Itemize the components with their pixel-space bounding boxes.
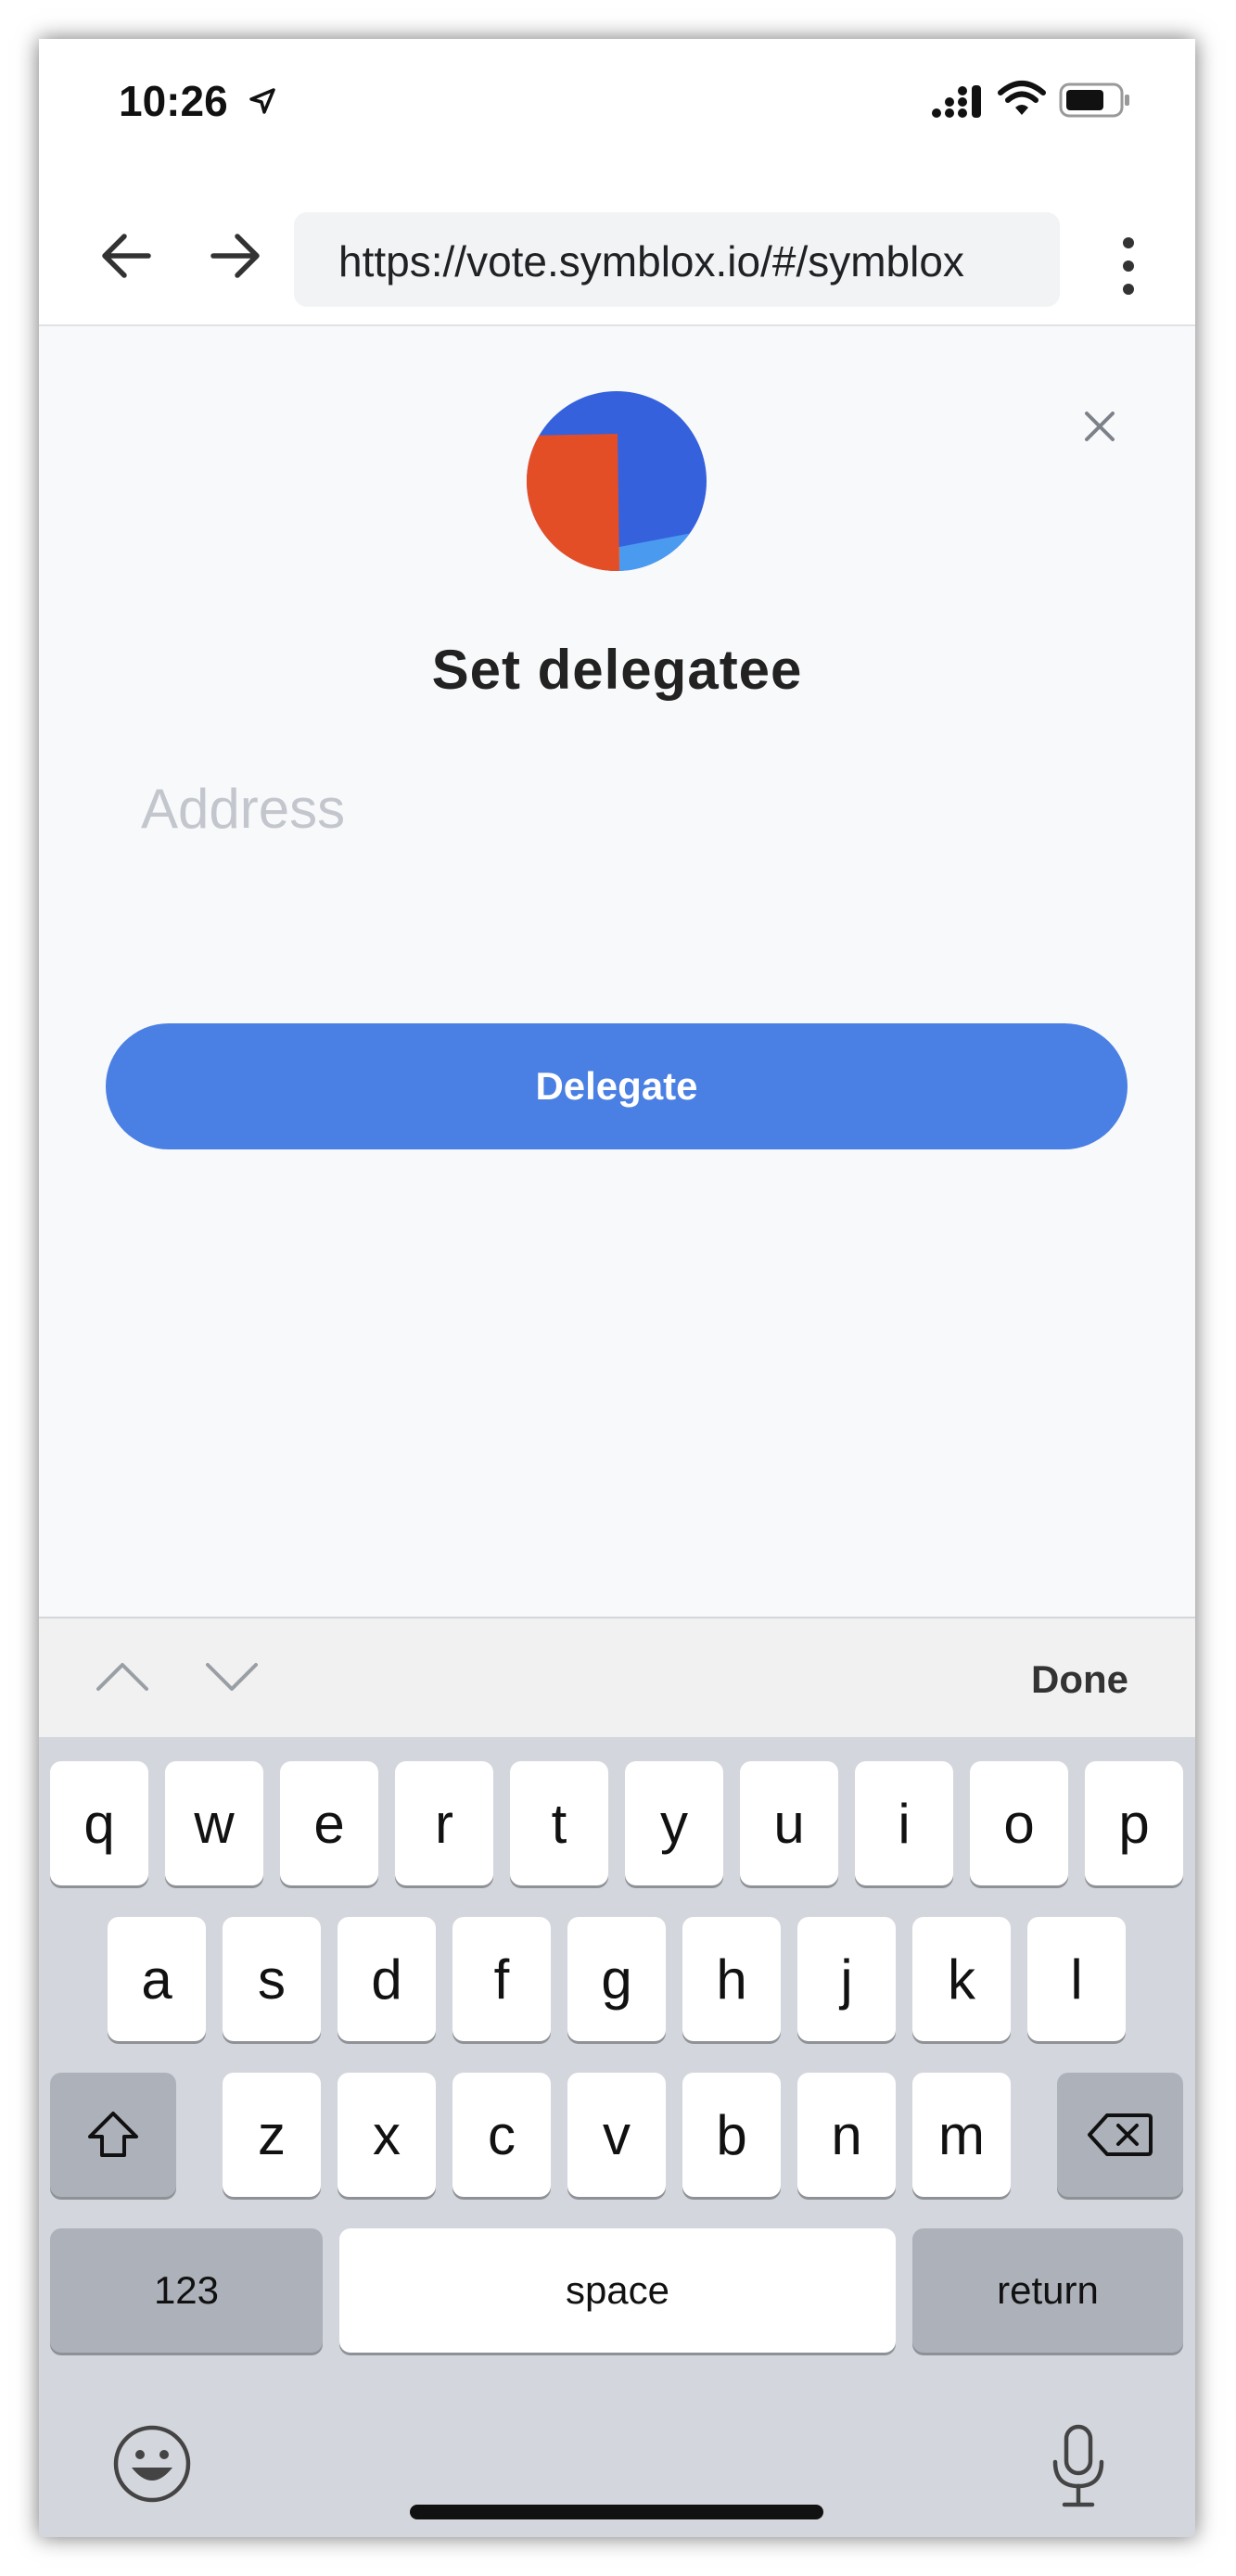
delegate-dialog: Set delegatee Delegate: [39, 326, 1195, 1618]
key[interactable]: m: [912, 2073, 1011, 2197]
backspace-icon: [1088, 2113, 1153, 2156]
chevron-down-icon[interactable]: [204, 1657, 260, 1694]
key[interactable]: v: [567, 2073, 666, 2197]
wifi-icon: [998, 81, 1046, 115]
url-text: https://vote.symblox.io/#/symblox: [338, 237, 964, 286]
close-icon[interactable]: [1081, 408, 1118, 445]
key[interactable]: c: [452, 2073, 551, 2197]
key[interactable]: k: [912, 1917, 1011, 2041]
microphone-icon[interactable]: [1048, 2423, 1109, 2508]
key[interactable]: u: [740, 1761, 838, 1885]
chevron-up-icon[interactable]: [95, 1657, 150, 1694]
keyboard: q w e r t y u i o p a s d f g h j k l z …: [39, 1737, 1195, 2537]
battery-icon: [1059, 82, 1129, 118]
forward-arrow-icon[interactable]: [202, 228, 267, 284]
key[interactable]: s: [223, 1917, 321, 2041]
return-key[interactable]: return: [912, 2228, 1183, 2353]
key[interactable]: r: [395, 1761, 493, 1885]
key[interactable]: x: [338, 2073, 436, 2197]
done-button[interactable]: Done: [1031, 1657, 1128, 1702]
key[interactable]: h: [682, 1917, 781, 2041]
key[interactable]: e: [280, 1761, 378, 1885]
cellular-signal-icon: [932, 85, 981, 118]
url-bar[interactable]: https://vote.symblox.io/#/symblox: [294, 212, 1060, 307]
key[interactable]: b: [682, 2073, 781, 2197]
key[interactable]: l: [1027, 1917, 1126, 2041]
key[interactable]: a: [108, 1917, 206, 2041]
backspace-key[interactable]: [1057, 2073, 1183, 2197]
key[interactable]: o: [970, 1761, 1068, 1885]
key[interactable]: i: [855, 1761, 953, 1885]
key[interactable]: w: [165, 1761, 263, 1885]
phone-screen: 10:26 https://vote.symblox.io/#/symblox …: [39, 39, 1195, 2537]
space-key[interactable]: space: [339, 2228, 896, 2353]
key[interactable]: y: [625, 1761, 723, 1885]
token-logo: [527, 391, 707, 571]
key[interactable]: j: [797, 1917, 896, 2041]
key[interactable]: g: [567, 1917, 666, 2041]
dialog-title: Set delegatee: [431, 639, 803, 701]
status-bar: 10:26: [39, 39, 1195, 178]
delegate-button[interactable]: Delegate: [106, 1023, 1128, 1149]
key[interactable]: n: [797, 2073, 896, 2197]
status-time: 10:26: [119, 77, 228, 125]
emoji-icon[interactable]: [111, 2423, 193, 2505]
key[interactable]: z: [223, 2073, 321, 2197]
shift-icon: [88, 2112, 138, 2157]
numbers-key[interactable]: 123: [50, 2228, 323, 2353]
browser-toolbar: https://vote.symblox.io/#/symblox: [39, 178, 1195, 326]
key[interactable]: d: [338, 1917, 436, 2041]
key[interactable]: t: [510, 1761, 608, 1885]
keyboard-accessory-bar: Done: [39, 1617, 1195, 1739]
back-arrow-icon[interactable]: [95, 228, 159, 284]
location-arrow-icon: [249, 88, 275, 114]
more-vertical-icon[interactable]: [1115, 235, 1142, 297]
key[interactable]: q: [50, 1761, 148, 1885]
key[interactable]: p: [1085, 1761, 1183, 1885]
key[interactable]: f: [452, 1917, 551, 2041]
shift-key[interactable]: [50, 2073, 176, 2197]
home-indicator: [410, 2505, 823, 2519]
address-input[interactable]: [141, 762, 1087, 855]
